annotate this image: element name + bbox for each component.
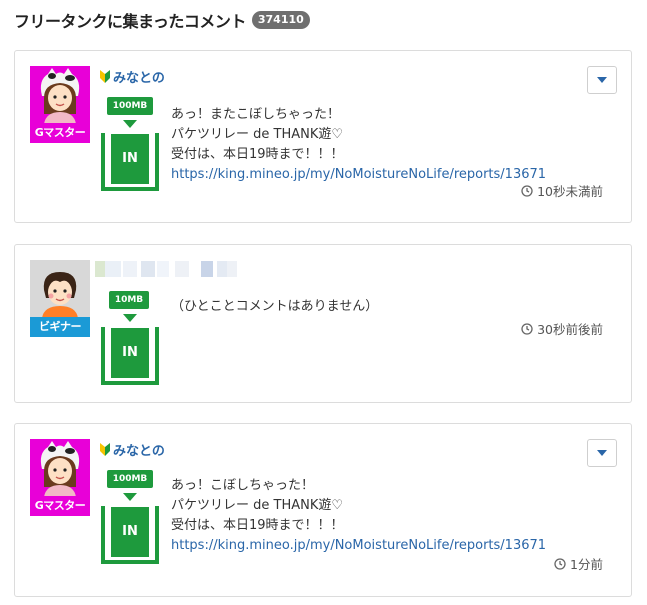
page-title: フリータンクに集まったコメント <box>14 12 246 31</box>
tank-indicator: 100MB IN <box>99 97 161 193</box>
message-line: パケツリレー de THANK遊♡ <box>171 127 344 142</box>
comment-message: （ひとことコメントはありません） <box>171 297 378 317</box>
beginner-leaf-icon <box>100 443 110 456</box>
comment-message: あっ！こぼしちゃった！ パケツリレー de THANK遊♡ 受付は、本日19時ま… <box>171 476 546 556</box>
page-header: フリータンクに集まったコメント 374110 <box>14 8 310 32</box>
tank-direction-label: IN <box>111 507 149 557</box>
comment-count-badge: 374110 <box>251 11 310 29</box>
avatar-image <box>30 439 90 497</box>
comment-card: Gマスター みなとの 100MB IN あっ！またこぼしちゃった！ パケツリレー… <box>14 50 632 223</box>
beginner-leaf-icon <box>100 70 110 83</box>
report-link[interactable]: https://king.mineo.jp/my/NoMoistureNoLif… <box>171 536 546 556</box>
tank-direction-label: IN <box>111 134 149 184</box>
clock-icon <box>554 557 566 570</box>
clock-icon <box>521 184 533 197</box>
tank-indicator: 10MB IN <box>99 291 161 387</box>
message-line: 受付は、本日19時まで！！！ <box>171 147 344 162</box>
clock-icon <box>521 322 533 335</box>
user-name-row: みなとの <box>99 66 165 86</box>
rank-badge: Gマスター <box>30 496 90 516</box>
arrow-down-icon <box>123 120 137 128</box>
comment-timestamp: 10秒未満前 <box>521 181 603 200</box>
user-avatar[interactable]: Gマスター <box>30 66 90 144</box>
tank-amount-badge: 10MB <box>109 291 149 309</box>
comment-message: あっ！またこぼしちゃった！ パケツリレー de THANK遊♡ 受付は、本日19… <box>171 105 546 185</box>
comment-timestamp: 1分前 <box>554 554 603 573</box>
tank-direction-label: IN <box>111 328 149 378</box>
comment-menu-button[interactable] <box>587 439 617 467</box>
arrow-down-icon <box>123 493 137 501</box>
message-line: パケツリレー de THANK遊♡ <box>171 498 344 513</box>
blurred-user-name <box>95 261 237 277</box>
caret-down-icon <box>597 77 607 83</box>
message-line: あっ！またこぼしちゃった！ <box>171 107 341 122</box>
tank-body: IN <box>101 133 159 191</box>
timestamp-text: 1分前 <box>570 557 603 572</box>
user-name-row: みなとの <box>99 439 165 459</box>
message-line: 受付は、本日19時まで！！！ <box>171 518 344 533</box>
message-line: あっ！こぼしちゃった！ <box>171 478 315 493</box>
comment-menu-button[interactable] <box>587 66 617 94</box>
tank-body: IN <box>101 506 159 564</box>
timestamp-text: 10秒未満前 <box>537 184 603 199</box>
user-avatar[interactable]: Gマスター <box>30 439 90 517</box>
user-name-link[interactable]: みなとの <box>113 440 165 459</box>
avatar-image <box>30 260 90 318</box>
tank-amount-badge: 100MB <box>107 470 153 488</box>
message-line: （ひとことコメントはありません） <box>171 299 379 314</box>
rank-badge: Gマスター <box>30 123 90 143</box>
avatar-image <box>30 66 90 124</box>
timestamp-text: 30秒前後前 <box>537 322 603 337</box>
arrow-down-icon <box>123 314 137 322</box>
report-link[interactable]: https://king.mineo.jp/my/NoMoistureNoLif… <box>171 165 546 185</box>
tank-indicator: 100MB IN <box>99 470 161 566</box>
rank-badge: ビギナー <box>30 317 90 337</box>
tank-amount-badge: 100MB <box>107 97 153 115</box>
comment-timestamp: 30秒前後前 <box>521 319 603 338</box>
user-name-link[interactable]: みなとの <box>113 67 165 86</box>
caret-down-icon <box>597 450 607 456</box>
user-avatar[interactable]: ビギナー <box>30 260 90 338</box>
tank-body: IN <box>101 327 159 385</box>
comment-card: ビギナー 10MB IN （ひとことコメントはありません） 30秒前後前 <box>14 244 632 403</box>
comment-card: Gマスター みなとの 100MB IN あっ！こぼしちゃった！ パケツリレー d… <box>14 423 632 597</box>
